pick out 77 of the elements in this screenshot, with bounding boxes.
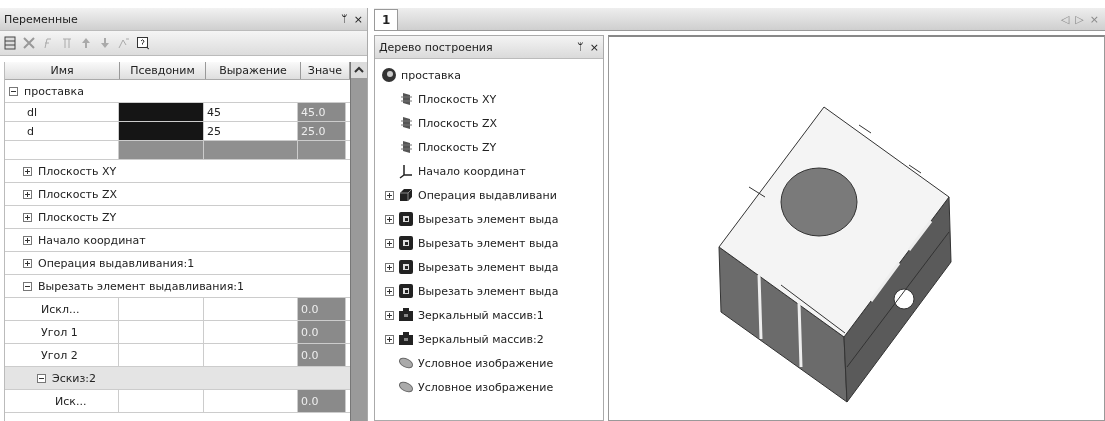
tree-item[interactable]: Зеркальный массив:2 [418,332,544,346]
plane-icon [398,91,414,107]
scroll-up-icon[interactable] [351,62,367,78]
part-icon [381,67,397,83]
alias-cell[interactable] [119,103,204,121]
expand-icon[interactable] [23,258,32,268]
tree-row-label[interactable]: Плоскость XY [38,164,117,178]
tree-row-label[interactable]: проставка [24,84,84,98]
axes-icon [398,163,414,179]
cut-icon [398,235,414,251]
tree-row-label[interactable]: Плоскость ZX [38,187,117,201]
cylinder-icon [398,379,414,395]
tree-item[interactable]: Вырезать элемент выда [418,284,559,298]
column-header[interactable]: Выражение [206,62,301,79]
cut-icon [398,211,414,227]
close-button[interactable]: × [353,12,363,26]
value-cell: 0.0 [298,298,346,320]
mirror-icon [398,307,414,323]
column-header[interactable]: Псевдоним [120,62,206,79]
expand-icon[interactable] [385,238,394,248]
expand-icon[interactable] [385,334,394,344]
column-header[interactable]: Имя [5,62,120,79]
document-tab[interactable]: 1 [374,9,399,30]
panel-title: Дерево построения [379,40,493,54]
variable-name[interactable]: Иск... [5,390,119,412]
value-cell: 45.0 [298,103,346,121]
tree-item[interactable]: проставка [401,68,461,82]
expand-icon[interactable] [23,212,32,222]
value-cell: 0.0 [298,344,346,366]
tree-row-label[interactable]: Плоскость ZY [38,210,117,224]
tree-item[interactable]: Вырезать элемент выда [418,236,559,250]
tree-row-label[interactable]: Операция выдавливания:1 [38,256,195,270]
tree-item[interactable]: Вырезать элемент выда [418,260,559,274]
alias-cell[interactable] [119,122,204,140]
box-icon [398,187,414,203]
expand-icon[interactable] [385,310,394,320]
tree-item[interactable]: Плоскость ZY [418,140,497,154]
expand-icon[interactable] [385,262,394,272]
tree-item[interactable]: Условное изображение [418,380,554,394]
close-button[interactable]: × [589,40,599,54]
help-icon[interactable] [136,36,150,50]
collapse-icon[interactable] [23,281,32,291]
plane-icon [398,115,414,131]
expand-icon[interactable] [385,286,394,296]
expand-icon[interactable] [385,214,394,224]
plane-icon [398,139,414,155]
mirror-icon [398,331,414,347]
tree-row-label[interactable]: Эскиз:2 [52,371,97,385]
value-cell: 0.0 [298,321,346,343]
tree-item[interactable]: Вырезать элемент выда [418,212,559,226]
tree-item[interactable]: Операция выдавливани [418,188,557,202]
tree-row-label[interactable]: Вырезать элемент выдавливания:1 [38,279,245,293]
cylinder-icon [398,355,414,371]
expand-icon[interactable] [23,235,32,245]
expand-icon[interactable] [23,166,32,176]
tree-item[interactable]: Плоскость XY [418,92,497,106]
scrollbar[interactable] [350,62,367,421]
value-cell: 0.0 [298,390,346,412]
collapse-icon[interactable] [37,373,46,383]
expand-icon[interactable] [23,189,32,199]
variable-name[interactable]: Угол 1 [5,321,119,343]
value-cell: 25.0 [298,122,346,140]
tree-item[interactable]: Зеркальный массив:1 [418,308,544,322]
pin-button[interactable]: ᛘ [340,12,348,26]
tree-item[interactable]: Начало координат [418,164,526,178]
cut-icon [398,259,414,275]
tree-item[interactable]: Условное изображение [418,356,554,370]
pin-button[interactable]: ᛘ [576,40,584,54]
expand-icon[interactable] [385,190,394,200]
tree-item[interactable]: Плоскость ZX [418,116,497,130]
tree-row-label[interactable]: Начало координат [38,233,146,247]
variable-name[interactable]: Искл... [5,298,119,320]
table-icon[interactable] [3,36,17,50]
collapse-icon[interactable] [9,86,18,96]
cut-icon [398,283,414,299]
variable-name[interactable]: Угол 2 [5,344,119,366]
panel-title: Переменные [4,12,78,26]
